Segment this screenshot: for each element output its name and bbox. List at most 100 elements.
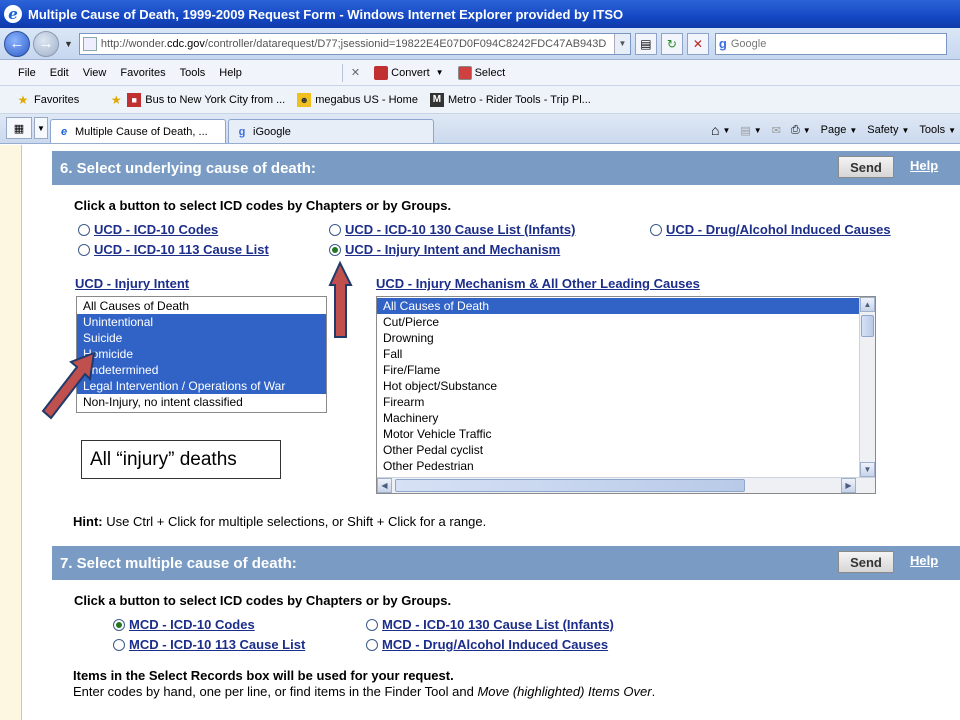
vertical-scroll-thumb[interactable]	[861, 315, 874, 337]
arrow-up-to-radio	[328, 260, 353, 338]
convert-icon	[374, 65, 389, 80]
mcd-drug-alcohol-radio[interactable]: MCD - Drug/Alcohol Induced Causes	[366, 637, 608, 652]
mechanism-option[interactable]: All Causes of Death	[377, 298, 859, 314]
radio-icon	[366, 638, 378, 651]
feeds-button[interactable]: ▤ ▼	[740, 124, 761, 137]
intent-option[interactable]: Non-Injury, no intent classified	[77, 394, 326, 410]
section7-send-button[interactable]: Send	[838, 551, 894, 573]
ie-logo-icon: e	[4, 5, 22, 23]
tab-igoogle[interactable]: g iGoogle	[228, 119, 434, 143]
ucd-icd10-113-radio[interactable]: UCD - ICD-10 113 Cause List	[78, 242, 269, 257]
address-bar[interactable]: http://wonder. cdc.gov/controller/datareq…	[78, 32, 631, 55]
mechanism-option[interactable]: Fire/Flame	[377, 362, 859, 378]
intent-option[interactable]: Suicide	[77, 330, 326, 346]
convert-dropdown-icon[interactable]: ▼	[436, 68, 444, 77]
address-dropdown-icon[interactable]: ▼	[613, 33, 630, 54]
mcd-icd10-130-radio[interactable]: MCD - ICD-10 130 Cause List (Infants)	[366, 617, 614, 632]
tab-bar: ▦ ▼ e Multiple Cause of Death, ... g iGo…	[0, 114, 960, 144]
intent-option[interactable]: Undetermined	[77, 362, 326, 378]
favorite-link-1[interactable]: ■ Bus to New York City from ...	[127, 92, 285, 107]
menu-view[interactable]: View	[83, 67, 107, 79]
page-menu[interactable]: Page ▼	[821, 124, 858, 136]
ucd-drug-alcohol-radio[interactable]: UCD - Drug/Alcohol Induced Causes	[650, 222, 891, 237]
annotation-callout: All “injury” deaths	[81, 440, 281, 479]
radio-icon	[78, 223, 90, 236]
intent-option[interactable]: Homicide	[77, 346, 326, 362]
google-icon: g	[238, 125, 246, 138]
select-records-note: Items in the Select Records box will be …	[73, 668, 454, 683]
scroll-up-icon[interactable]: ▲	[860, 297, 875, 312]
refresh-icon[interactable]: ↻	[660, 32, 683, 55]
star-icon: ★	[17, 92, 29, 107]
forward-button[interactable]: →	[33, 30, 59, 57]
ucd-injury-intent-mechanism-radio[interactable]: UCD - Injury Intent and Mechanism	[329, 242, 560, 257]
mechanism-option[interactable]: Motor Vehicle Traffic	[377, 426, 859, 442]
section6-send-button[interactable]: Send	[838, 156, 894, 178]
home-button[interactable]: ⌂ ▼	[711, 122, 730, 138]
ie-page-icon: e	[60, 125, 68, 138]
mcd-icd10-codes-radio[interactable]: MCD - ICD-10 Codes	[113, 617, 255, 632]
menu-file[interactable]: File	[18, 67, 36, 79]
injury-mechanism-title: UCD - Injury Mechanism & All Other Leadi…	[376, 276, 700, 291]
menu-help[interactable]: Help	[219, 67, 242, 79]
search-input[interactable]: g Google	[714, 32, 947, 55]
menu-bar: File Edit View Favorites Tools Help ✕ Co…	[0, 60, 960, 86]
compatibility-icon[interactable]: ▤	[634, 32, 657, 55]
scroll-left-icon[interactable]: ◀	[377, 478, 392, 493]
favorite-link-3[interactable]: M Metro - Rider Tools - Trip Pl...	[429, 92, 591, 107]
radio-icon	[366, 618, 378, 631]
ucd-icd10-codes-radio[interactable]: UCD - ICD-10 Codes	[78, 222, 218, 237]
mechanism-option[interactable]: Other Pedal cyclist	[377, 442, 859, 458]
section7-help-link[interactable]: Help	[910, 553, 938, 568]
mechanism-option[interactable]: Machinery	[377, 410, 859, 426]
scroll-right-icon[interactable]: ▶	[841, 478, 856, 493]
convert-button[interactable]: Convert ▼	[374, 65, 444, 80]
injury-mechanism-listbox[interactable]: All Causes of Death Cut/Pierce Drowning Fal…	[376, 296, 876, 494]
mechanism-vertical-scrollbar[interactable]: ▲ ▼	[859, 297, 875, 477]
menu-tools[interactable]: Tools	[180, 67, 206, 79]
mail-button[interactable]: ✉	[772, 124, 781, 137]
injury-intent-listbox[interactable]: All Causes of Death Unintentional Suicide H…	[76, 296, 327, 413]
favorites-button[interactable]: ★ Favorites	[16, 92, 80, 107]
scroll-down-icon[interactable]: ▼	[860, 462, 875, 477]
intent-option[interactable]: Unintentional	[77, 314, 326, 330]
select-button[interactable]: Select	[457, 65, 505, 80]
page-left-margin	[0, 145, 22, 720]
history-dropdown-icon[interactable]: ▼	[64, 39, 73, 49]
section6-help-link[interactable]: Help	[910, 158, 938, 173]
add-favorite-icon[interactable]: ★	[109, 93, 123, 107]
mechanism-option[interactable]: Fall	[377, 346, 859, 362]
tab-list-icon[interactable]: ▼	[34, 117, 48, 139]
back-button[interactable]: ←	[4, 30, 30, 57]
close-toolbar-icon[interactable]: ✕	[351, 66, 360, 79]
quick-tabs-icon[interactable]: ▦	[6, 117, 32, 139]
mechanism-option[interactable]: Cut/Pierce	[377, 314, 859, 330]
mcd-icd10-113-radio[interactable]: MCD - ICD-10 113 Cause List	[113, 637, 305, 652]
intent-option[interactable]: All Causes of Death	[77, 298, 326, 314]
favorite-site-icon: ☻	[297, 92, 312, 107]
mechanism-horizontal-scrollbar[interactable]: ◀ ▶	[377, 477, 875, 493]
section6-title: 6. Select underlying cause of death:	[60, 159, 316, 177]
window-title: Multiple Cause of Death, 1999-2009 Reque…	[28, 6, 624, 22]
tab-mcd-request[interactable]: e Multiple Cause of Death, ...	[50, 119, 226, 143]
select-icon	[457, 65, 472, 80]
rss-icon: ▤	[740, 124, 751, 137]
mechanism-option[interactable]: Hot object/Substance	[377, 378, 859, 394]
mechanism-option[interactable]: Other Pedestrian	[377, 458, 859, 474]
print-button[interactable]: ⎙ ▼	[791, 124, 811, 137]
menu-favorites[interactable]: Favorites	[120, 67, 165, 79]
horizontal-scroll-thumb[interactable]	[395, 479, 745, 492]
stop-icon[interactable]: ✕	[686, 32, 709, 55]
favorite-link-2[interactable]: ☻ megabus US - Home	[297, 92, 418, 107]
menu-edit[interactable]: Edit	[50, 67, 69, 79]
safety-menu[interactable]: Safety ▼	[867, 124, 909, 136]
page-icon	[82, 36, 97, 51]
section7-header: 7. Select multiple cause of death:	[52, 546, 960, 580]
ucd-icd10-130-radio[interactable]: UCD - ICD-10 130 Cause List (Infants)	[329, 222, 575, 237]
intent-option[interactable]: Legal Intervention / Operations of War	[77, 378, 326, 394]
section7-instruction: Click a button to select ICD codes by Ch…	[74, 593, 452, 608]
radio-icon	[113, 638, 125, 651]
tools-menu[interactable]: Tools ▼	[919, 124, 956, 136]
mechanism-option[interactable]: Firearm	[377, 394, 859, 410]
mechanism-option[interactable]: Drowning	[377, 330, 859, 346]
